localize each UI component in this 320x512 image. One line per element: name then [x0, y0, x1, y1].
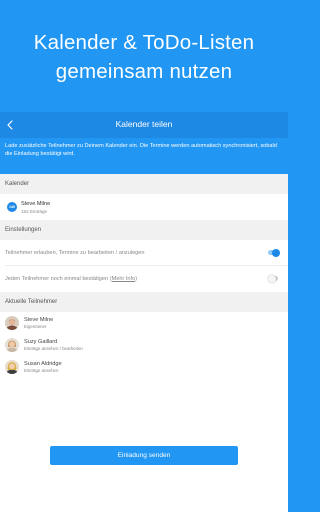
participant-role: Einträge ansehen: [24, 368, 59, 373]
calendar-badge: 140: [7, 202, 17, 212]
toggle-knob: [272, 248, 280, 257]
send-area: Einladung senden: [0, 442, 288, 512]
setting-label-suffix: ): [135, 276, 138, 282]
section-header-participants: Aktuelle Teilnehmer: [0, 292, 288, 312]
allow-edit-toggle[interactable]: [268, 248, 280, 257]
setting-confirm-participant: Jeden Teilnehmer noch einmal bestätigen …: [0, 266, 288, 292]
page-title: Kalender teilen: [115, 119, 173, 129]
promo-headline-line-1: Kalender & ToDo-Listen: [33, 31, 255, 54]
participant-row[interactable]: Steve Milne Eigentümer: [0, 312, 288, 334]
setting-allow-edit: Teilnehmer erlauben, Termine zu bearbeit…: [0, 240, 288, 266]
send-invitation-button[interactable]: Einladung senden: [50, 446, 238, 465]
calendar-entry-count: 152 Einträge: [21, 208, 48, 214]
app-screen: Kalender teilen Lade zusätzliche Teilneh…: [0, 112, 288, 512]
calendar-card: 140 Steve Milne 152 Einträge: [0, 194, 288, 220]
setting-label: Teilnehmer erlauben, Termine zu bearbeit…: [5, 250, 145, 256]
woman-avatar: [5, 360, 19, 374]
section-header-settings: Einstellungen: [0, 220, 288, 240]
promo-headline-line-2: gemeinsam nutzen: [55, 60, 233, 83]
setting-label-text: Jeden Teilnehmer noch einmal bestätigen …: [5, 276, 112, 282]
calendar-name: Steve Milne: [21, 201, 51, 207]
participant-name: Suzy Gaillard: [24, 339, 58, 345]
participant-role: Eigentümer: [24, 324, 47, 329]
participant-row[interactable]: Susan Aldridge Einträge ansehen: [0, 356, 288, 378]
app-bar: Kalender teilen: [0, 112, 288, 138]
info-text: Lade zusätzliche Teilnehmer zu Deinem Ka…: [0, 138, 288, 174]
participant-role: Einträge ansehen / bearbeiten: [24, 346, 83, 351]
promo-banner: Kalender & ToDo-Listen gemeinsam nutzen: [0, 0, 288, 112]
more-info-link[interactable]: Mehr Info: [112, 276, 136, 282]
participants-card: Steve Milne Eigentümer Suzy Gaillard Ein…: [0, 312, 288, 442]
calendar-item[interactable]: 140 Steve Milne 152 Einträge: [0, 194, 288, 220]
setting-label: Jeden Teilnehmer noch einmal bestätigen …: [5, 276, 137, 282]
confirm-participant-toggle[interactable]: [268, 274, 278, 283]
section-header-calendar: Kalender: [0, 174, 288, 194]
participant-row[interactable]: Suzy Gaillard Einträge ansehen / bearbei…: [0, 334, 288, 356]
participant-name: Steve Milne: [24, 317, 54, 323]
woman-avatar: [5, 338, 19, 352]
participant-name: Susan Aldridge: [24, 361, 62, 367]
toggle-knob: [268, 274, 276, 283]
man-avatar: [5, 316, 19, 330]
settings-card: Teilnehmer erlauben, Termine zu bearbeit…: [0, 240, 288, 292]
